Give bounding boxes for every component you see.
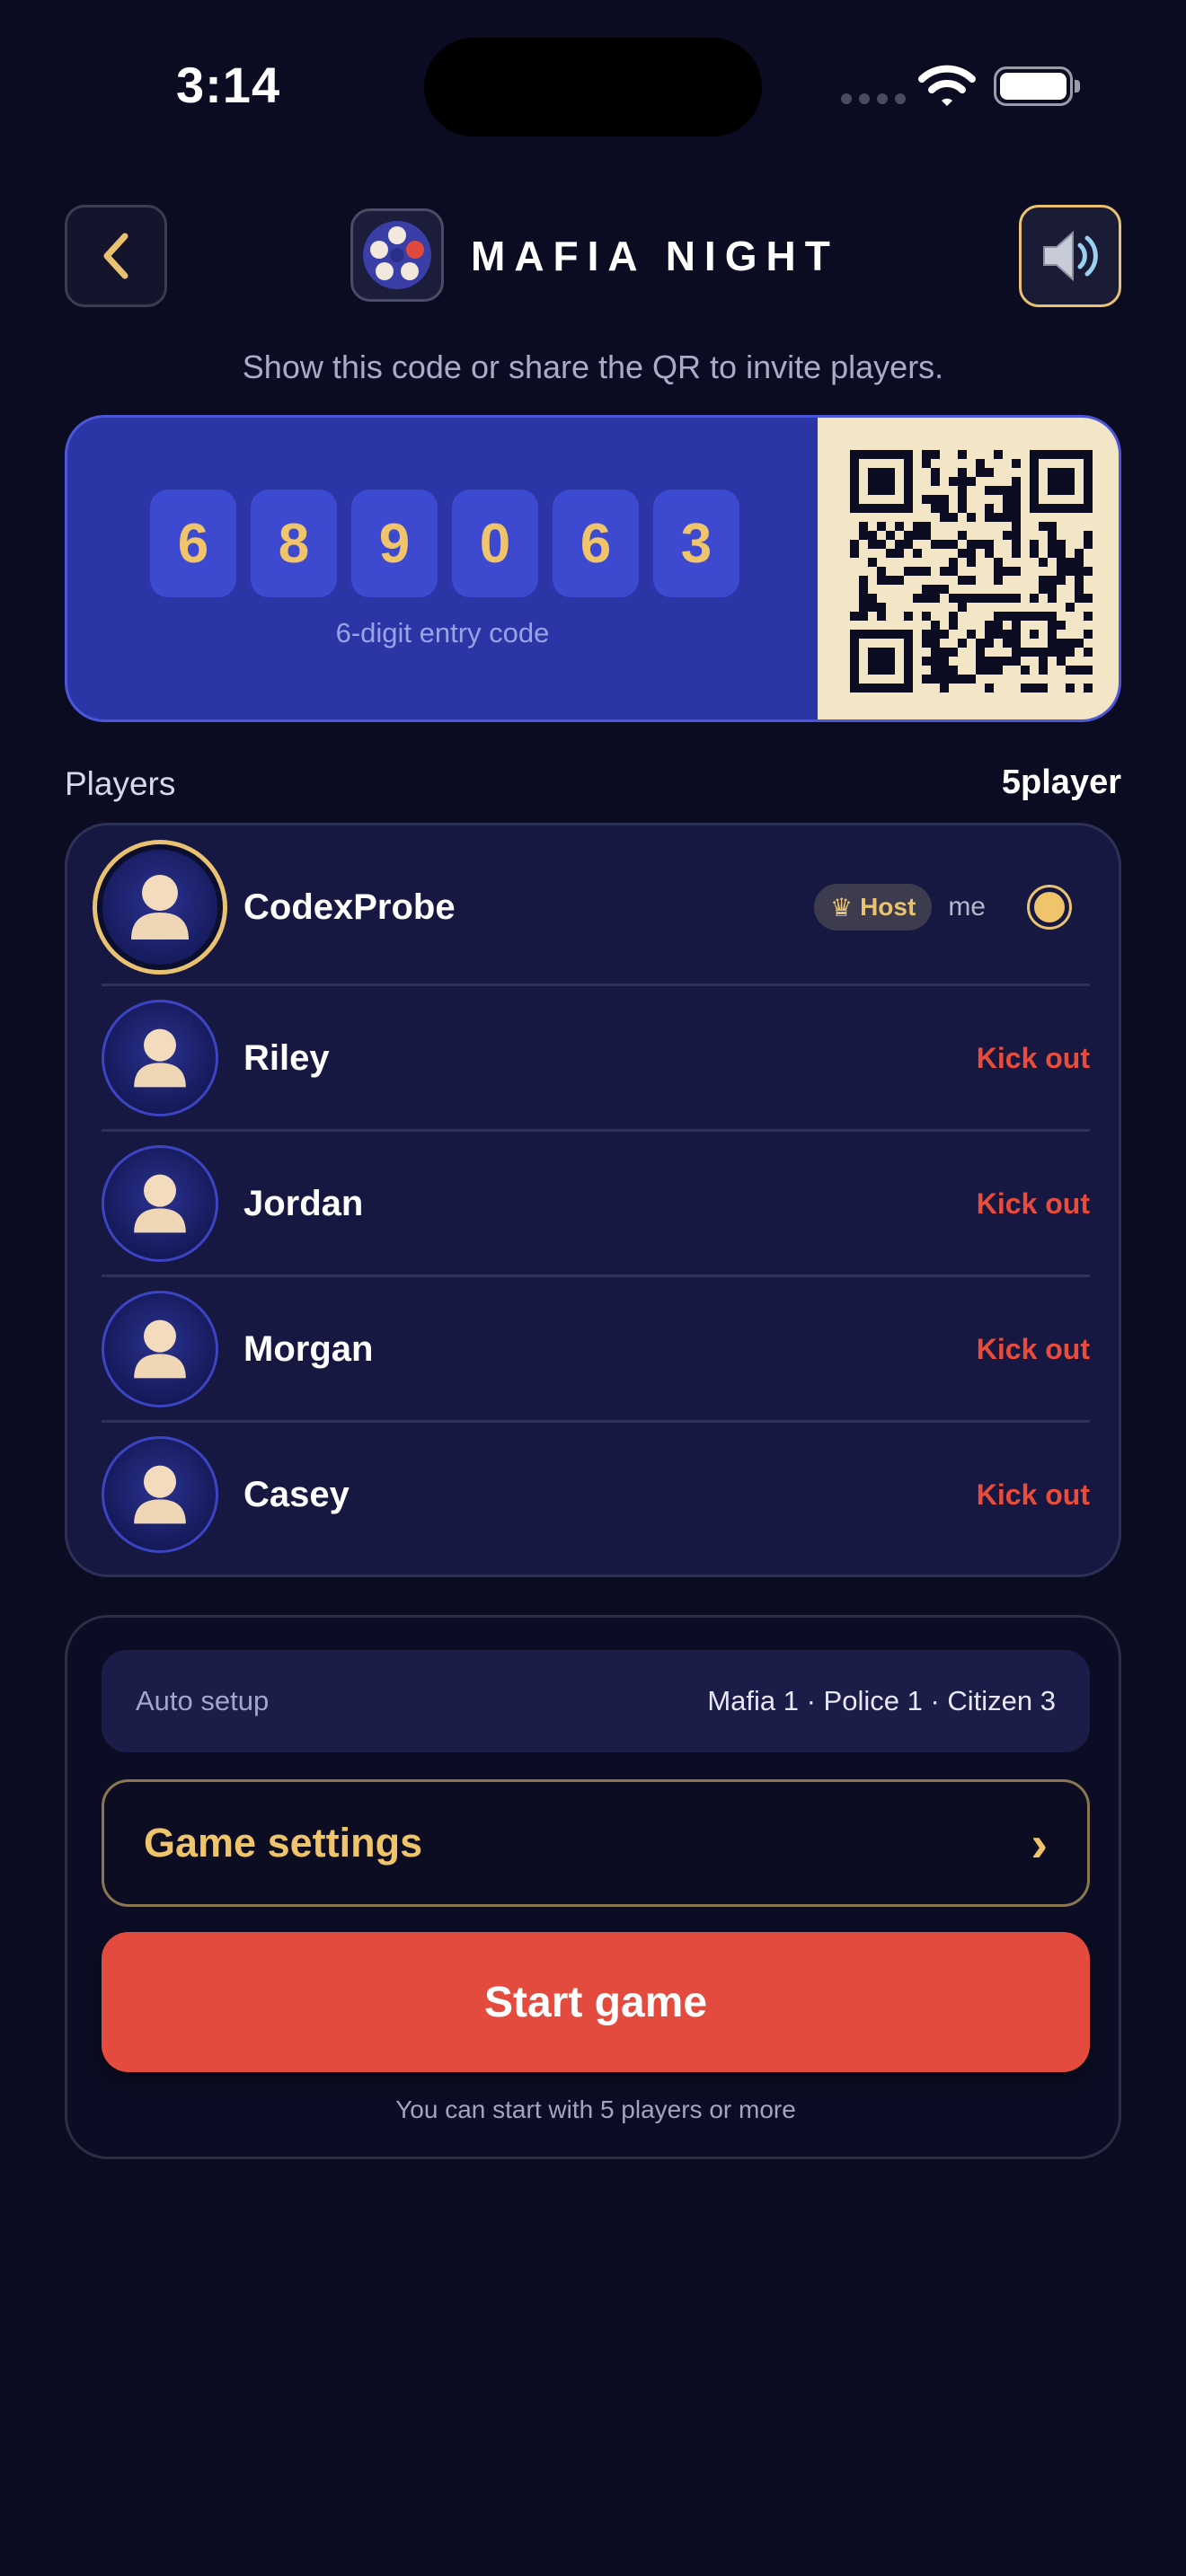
players-count: 5player <box>1001 763 1121 801</box>
person-avatar-icon <box>134 1465 186 1524</box>
crown-icon: ♛ <box>829 893 854 922</box>
auto-setup-value: Mafia 1 · Police 1 · Citizen 3 <box>707 1685 1056 1716</box>
code-digit: 0 <box>452 490 538 597</box>
player-name: Jordan <box>243 1183 364 1223</box>
code-digit: 6 <box>150 490 236 597</box>
code-digit: 9 <box>351 490 438 597</box>
start-game-button[interactable]: Start game <box>102 1932 1090 2072</box>
player-row: Riley Kick out <box>102 985 1090 1131</box>
player-avatar <box>93 840 227 975</box>
invite-code-card: 6 8 9 0 6 3 6-digit entry code <box>65 415 1121 722</box>
player-name: Morgan <box>243 1328 374 1369</box>
player-row: Casey Kick out <box>102 1422 1090 1567</box>
player-name: Riley <box>243 1037 330 1078</box>
person-avatar-icon <box>134 1319 186 1379</box>
player-avatar <box>102 1436 218 1553</box>
auto-setup-row: Auto setup Mafia 1 · Police 1 · Citizen … <box>102 1650 1090 1752</box>
players-list: CodexProbe ♛ Host me Riley Kick out Jord… <box>65 823 1121 1577</box>
ready-indicator <box>1027 885 1072 930</box>
game-settings-label: Game settings <box>144 1820 423 1866</box>
game-settings-button[interactable]: Game settings › <box>102 1779 1090 1907</box>
qr-code[interactable] <box>818 418 1119 719</box>
dynamic-island <box>424 38 762 137</box>
person-avatar-icon <box>134 1174 186 1233</box>
kick-out-button[interactable]: Kick out <box>977 1478 1090 1512</box>
status-time: 3:14 <box>176 57 281 113</box>
player-name: Casey <box>243 1474 350 1514</box>
player-avatar <box>102 1145 218 1262</box>
app-title: MAFIA NIGHT <box>471 233 839 279</box>
host-badge-label: Host <box>860 893 916 921</box>
back-button[interactable] <box>65 205 167 307</box>
entry-code[interactable]: 6 8 9 0 6 3 <box>150 490 739 597</box>
player-avatar <box>102 1291 218 1407</box>
battery-icon <box>994 66 1080 106</box>
wifi-icon <box>918 65 976 106</box>
kick-out-button[interactable]: Kick out <box>977 1187 1090 1221</box>
auto-setup-label: Auto setup <box>136 1685 270 1716</box>
host-badge: ♛ Host <box>813 884 933 931</box>
invite-instructions: Show this code or share the QR to invite… <box>242 348 944 385</box>
cellular-signal-icon <box>841 93 906 104</box>
chevron-right-icon: › <box>1031 1814 1048 1872</box>
player-name: CodexProbe <box>243 887 456 927</box>
me-label: me <box>948 892 986 922</box>
players-label: Players <box>65 765 176 802</box>
person-avatar-icon <box>131 875 189 940</box>
sound-button[interactable] <box>1019 205 1121 307</box>
player-row: CodexProbe ♛ Host me <box>93 834 1090 980</box>
speaker-icon <box>1043 230 1098 282</box>
code-digit: 3 <box>653 490 739 597</box>
start-hint: You can start with 5 players or more <box>395 2095 796 2123</box>
kick-out-button[interactable]: Kick out <box>977 1333 1090 1366</box>
qr-code-icon <box>849 450 1093 693</box>
kick-out-button[interactable]: Kick out <box>977 1042 1090 1075</box>
player-avatar <box>102 1000 218 1116</box>
person-avatar-icon <box>134 1028 186 1088</box>
code-digit: 8 <box>251 490 337 597</box>
player-row: Morgan Kick out <box>102 1276 1090 1422</box>
code-caption: 6-digit entry code <box>335 617 550 648</box>
code-digit: 6 <box>553 490 639 597</box>
game-setup-card: Auto setup Mafia 1 · Police 1 · Citizen … <box>65 1615 1121 2159</box>
player-row: Jordan Kick out <box>102 1131 1090 1276</box>
app-logo <box>350 208 444 302</box>
chevron-left-icon <box>103 233 128 279</box>
